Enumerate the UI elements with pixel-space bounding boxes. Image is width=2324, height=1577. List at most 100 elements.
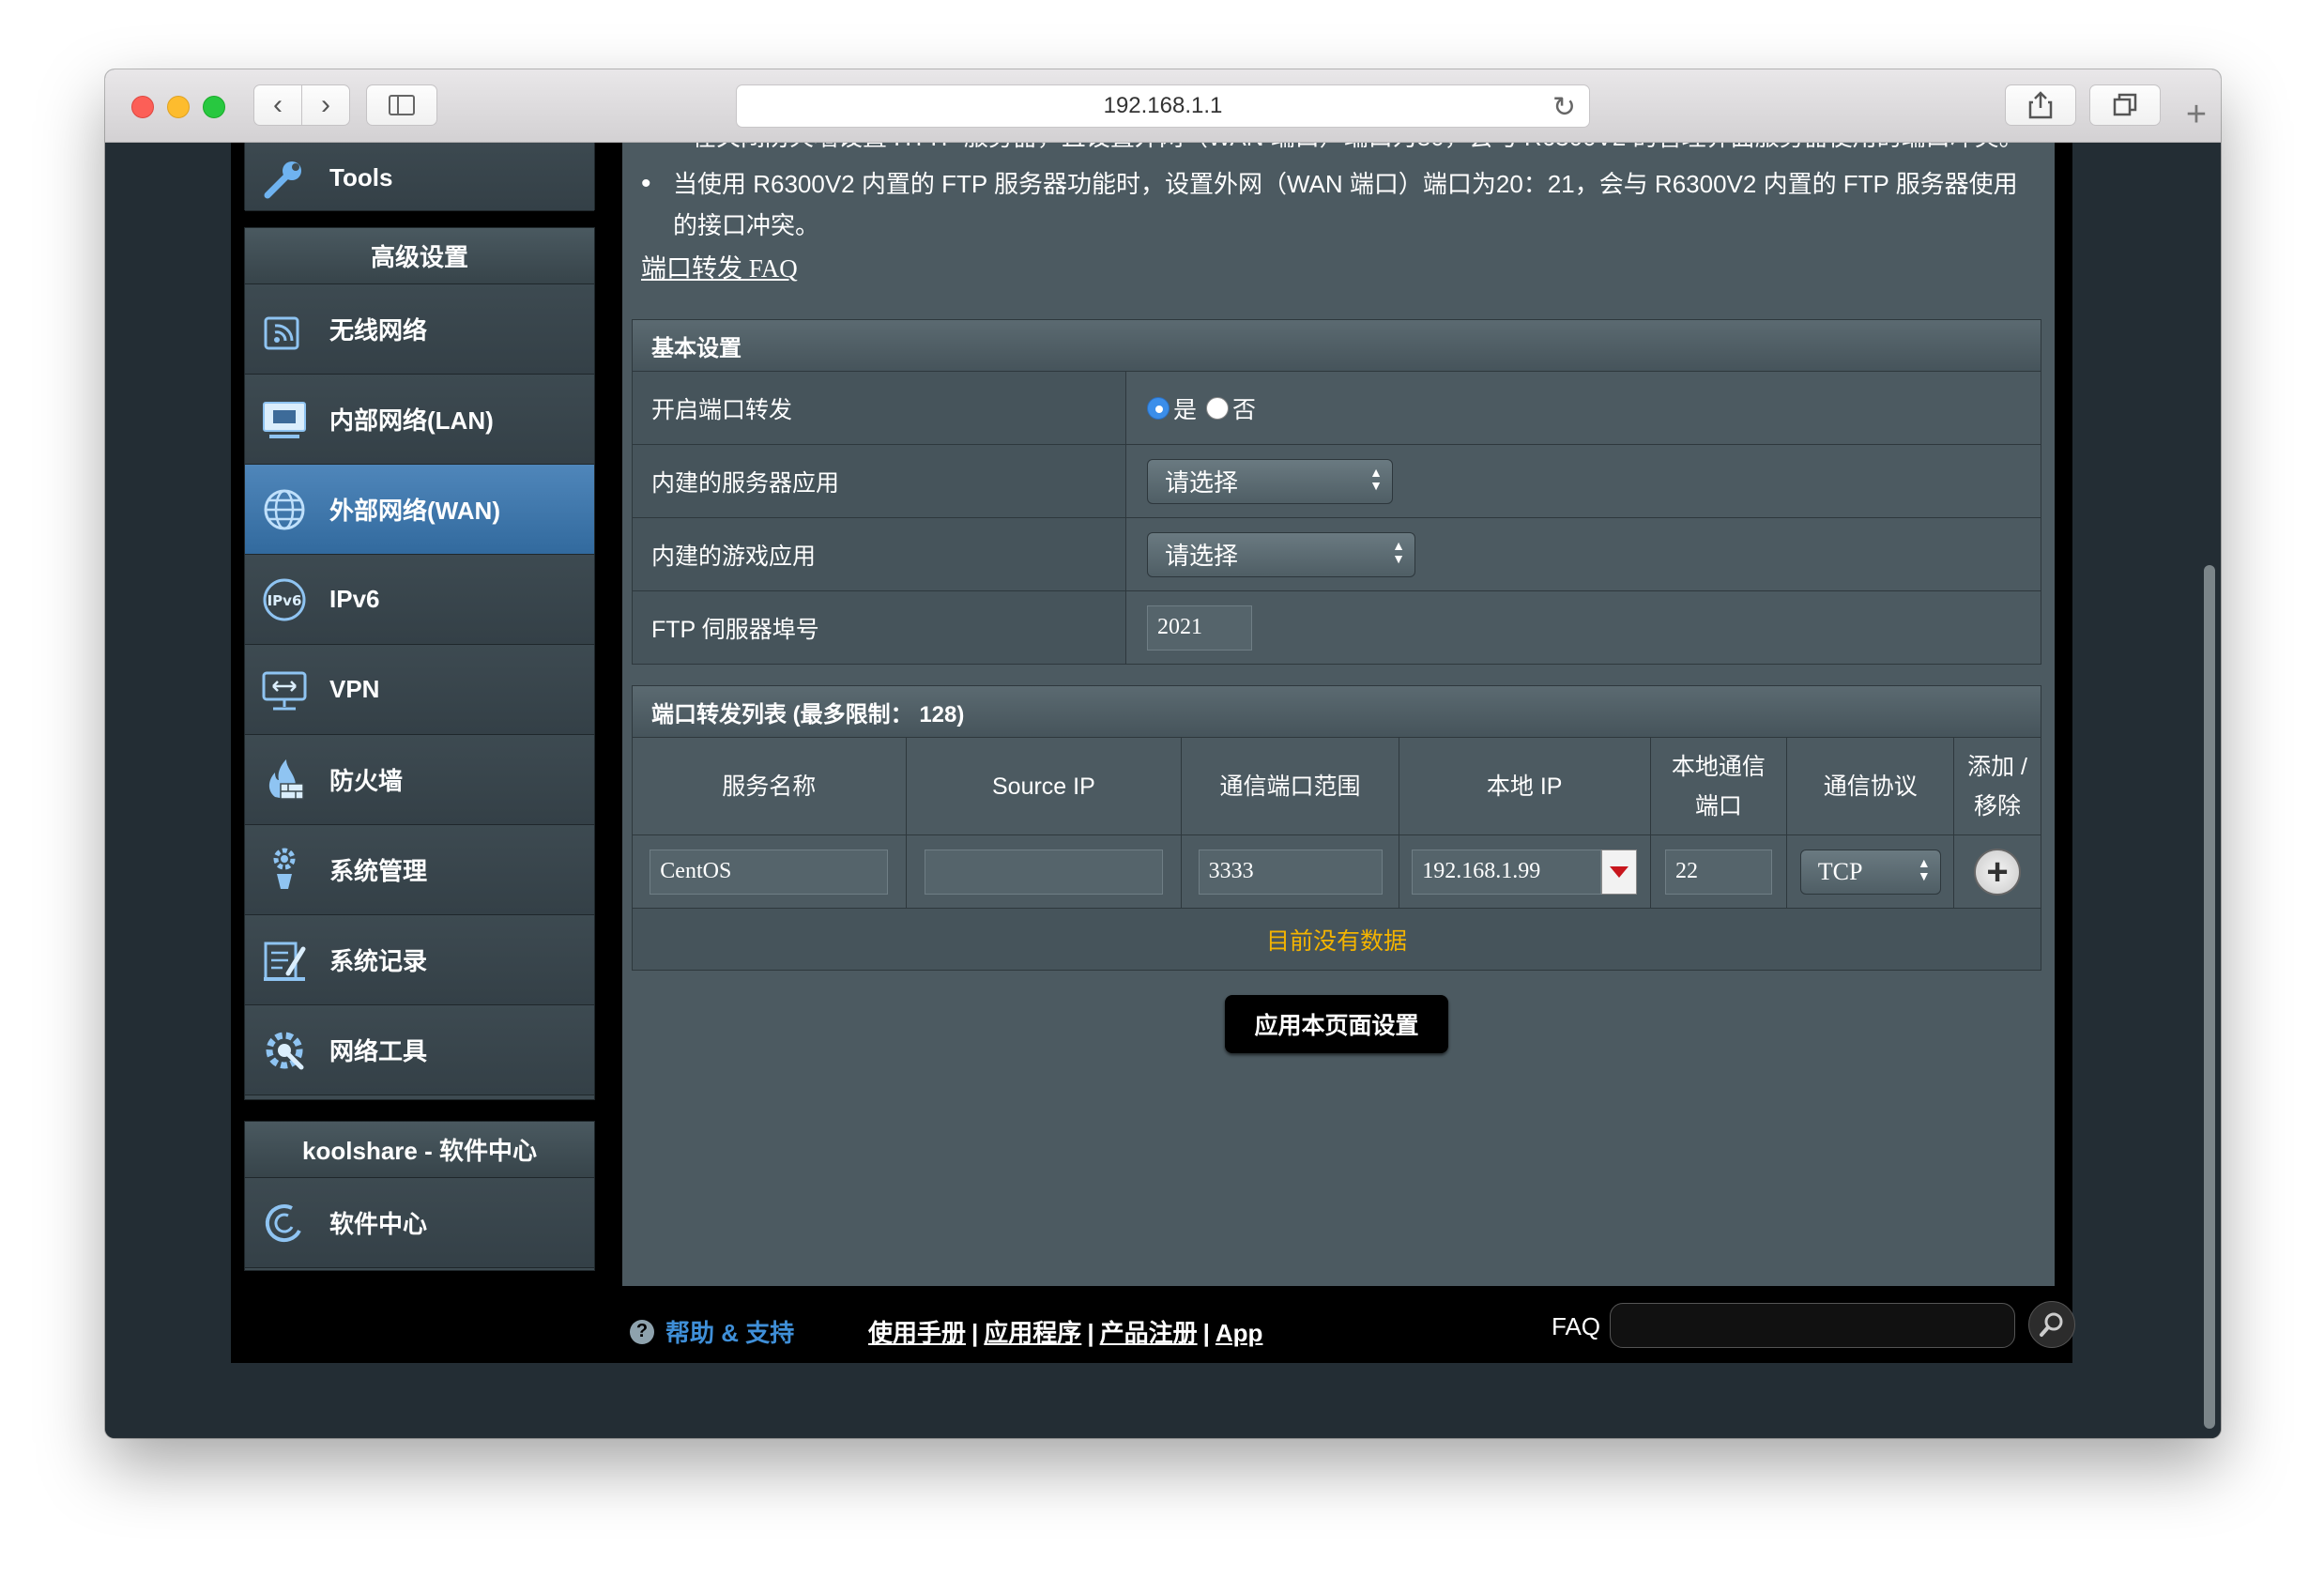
new-rule-row: CentOS 3333 192.168.1.99 22 TCP ▲ ▼ +	[632, 835, 2041, 909]
wrench-icon	[260, 154, 309, 203]
app-link[interactable]: App	[1216, 1319, 1263, 1347]
reload-icon[interactable]: ↻	[1552, 91, 1576, 124]
firewall-icon	[260, 756, 309, 804]
apply-settings-button[interactable]: 应用本页面设置	[1225, 995, 1448, 1053]
page-viewport: Tools 高级设置 无线网络 内部网络(LAN) 外部网络(WAN) IPv6…	[105, 143, 2221, 1438]
ftp-port-label: FTP 伺服器埠号	[633, 591, 1126, 664]
menu-item-network-tools[interactable]: 网络工具	[245, 1005, 594, 1095]
menu-item-firewall[interactable]: 防火墙	[245, 735, 594, 825]
menu-item-label: 无线网络	[329, 316, 428, 344]
log-icon	[260, 936, 309, 985]
basic-settings-table: 基本设置 开启端口转发 是 否 内建的服务器应用 请选择 ▲ ▼ 内建的游戏应用…	[632, 319, 2041, 665]
menu-item-label: VPN	[329, 675, 380, 703]
menu-item-label: 外部网络(WAN)	[329, 497, 500, 525]
ftp-port-input[interactable]: 2021	[1147, 605, 1252, 651]
advanced-settings-menu: 高级设置 无线网络 内部网络(LAN) 外部网络(WAN) IPv6 IPv6 …	[244, 227, 595, 1100]
col-protocol: 通信协议	[1787, 738, 1955, 834]
svg-text:IPv6: IPv6	[268, 592, 302, 609]
local-port-input[interactable]: 22	[1664, 849, 1772, 895]
share-button[interactable]	[2005, 84, 2076, 126]
radio-no[interactable]	[1206, 396, 1230, 420]
address-bar[interactable]: 192.168.1.1 ↻	[736, 84, 1590, 128]
close-window-button[interactable]	[131, 96, 154, 118]
menu-item-label: 网络工具	[329, 1037, 428, 1065]
col-local-port: 本地通信端口	[1651, 738, 1788, 834]
source-ip-input[interactable]	[924, 849, 1163, 895]
select-arrows-icon: ▲ ▼	[1917, 856, 1931, 884]
menu-item-vpn[interactable]: VPN	[245, 645, 594, 735]
router-admin-page: Tools 高级设置 无线网络 内部网络(LAN) 外部网络(WAN) IPv6…	[231, 143, 2075, 1363]
local-ip-dropdown-button[interactable]	[1601, 849, 1638, 895]
menu-item-label: 系统记录	[329, 947, 428, 975]
port-forward-faq-link[interactable]: 端口转发 FAQ	[641, 254, 798, 283]
help-support[interactable]: ? 帮助 & 支持	[630, 1314, 794, 1349]
menu-item-software-center[interactable]: 软件中心	[245, 1178, 594, 1268]
select-arrows-icon: ▲ ▼	[1369, 466, 1383, 494]
game-app-select[interactable]: 请选择 ▲ ▼	[1147, 531, 1415, 577]
menu-item-wan[interactable]: 外部网络(WAN)	[245, 465, 594, 555]
col-add-remove: 添加 / 移除	[1967, 753, 2027, 819]
admin-icon	[260, 846, 309, 895]
game-app-label: 内建的游戏应用	[633, 518, 1126, 590]
browser-window: ‹ › 192.168.1.1 ↻ + Tools 高级设置 无线网络 内部网络…	[105, 69, 2221, 1438]
help-support-label: 帮助 & 支持	[665, 1319, 795, 1347]
plus-icon: +	[1986, 850, 2009, 893]
menu-item-wireless[interactable]: 无线网络	[245, 284, 594, 375]
radio-yes[interactable]	[1147, 396, 1170, 420]
share-icon	[2028, 91, 2053, 119]
page-scrollbar[interactable]	[2204, 565, 2215, 1429]
sidebar-toggle-button[interactable]	[366, 84, 437, 126]
note-item-ftp: 当使用 R6300V2 内置的 FTP 服务器功能时，设置外网（WAN 端口）端…	[641, 163, 2040, 246]
server-app-select[interactable]: 请选择 ▲ ▼	[1147, 458, 1393, 504]
manual-link[interactable]: 使用手册	[868, 1319, 966, 1347]
add-rule-button[interactable]: +	[1974, 848, 2022, 896]
server-app-row: 内建的服务器应用 请选择 ▲ ▼	[632, 445, 2041, 518]
sidebar-icon	[389, 95, 415, 115]
product-registration-link[interactable]: 产品注册	[1100, 1319, 1198, 1347]
notes-section: 在关闭防火墙设置 HTTP 服务器，且设置外网（WAN 端口）端口为80，会与 …	[641, 143, 2040, 289]
new-tab-button[interactable]: +	[2176, 94, 2217, 135]
page-footer: ? 帮助 & 支持 使用手册 | 应用程序 | 产品注册 | App FAQ	[622, 1295, 2075, 1363]
protocol-select[interactable]: TCP ▲ ▼	[1799, 849, 1941, 895]
back-button[interactable]: ‹	[253, 84, 302, 126]
port-range-input[interactable]: 3333	[1198, 849, 1383, 895]
menu-item-lan[interactable]: 内部网络(LAN)	[245, 375, 594, 465]
menu-header-advanced: 高级设置	[245, 228, 594, 284]
chevron-right-icon: ›	[321, 89, 330, 120]
menu-item-admin[interactable]: 系统管理	[245, 825, 594, 915]
menu-item-label: 软件中心	[329, 1210, 428, 1238]
forward-button[interactable]: ›	[301, 84, 350, 126]
game-app-row: 内建的游戏应用 请选择 ▲ ▼	[632, 518, 2041, 591]
help-icon: ?	[630, 1319, 654, 1344]
search-icon	[2040, 1312, 2063, 1337]
menu-item-label: 内部网络(LAN)	[329, 406, 494, 435]
utility-link[interactable]: 应用程序	[984, 1319, 1081, 1347]
zoom-window-button[interactable]	[203, 96, 225, 118]
radio-no-label: 否	[1232, 396, 1257, 423]
col-port-range: 通信端口范围	[1182, 738, 1399, 834]
url-text: 192.168.1.1	[1103, 93, 1223, 118]
list-column-headers: 服务名称 Source IP 通信端口范围 本地 IP 本地通信端口 通信协议 …	[632, 738, 2041, 835]
basic-settings-header: 基本设置	[632, 319, 2041, 372]
faq-search-input[interactable]	[1610, 1303, 2015, 1348]
note-item-clipped: 在关闭防火墙设置 HTTP 服务器，且设置外网（WAN 端口）端口为80，会与 …	[692, 143, 2024, 158]
wifi-icon	[260, 305, 309, 354]
menu-item-label: 防火墙	[329, 767, 404, 795]
menu-item-ipv6[interactable]: IPv6 IPv6	[245, 555, 594, 645]
globe-icon	[260, 485, 309, 534]
port-forward-list-table: 端口转发列表 (最多限制： 128) 服务名称 Source IP 通信端口范围…	[632, 685, 2041, 971]
footer-links: 使用手册 | 应用程序 | 产品注册 | App	[868, 1319, 1263, 1347]
service-name-input[interactable]: CentOS	[650, 849, 889, 895]
ftp-port-row: FTP 伺服器埠号 2021	[632, 591, 2041, 665]
server-app-label: 内建的服务器应用	[633, 445, 1126, 517]
col-source-ip: Source IP	[907, 738, 1183, 834]
browser-toolbar: ‹ › 192.168.1.1 ↻ +	[105, 69, 2221, 143]
show-tabs-button[interactable]	[2089, 84, 2161, 126]
menu-item-tools[interactable]: Tools	[245, 143, 594, 211]
minimize-window-button[interactable]	[167, 96, 190, 118]
menu-header-koolshare: koolshare - 软件中心	[245, 1122, 594, 1178]
local-ip-input[interactable]: 192.168.1.99	[1412, 849, 1602, 895]
menu-item-syslog[interactable]: 系统记录	[245, 915, 594, 1005]
faq-search-button[interactable]	[2028, 1301, 2075, 1348]
select-value: 请选择	[1165, 543, 1239, 570]
